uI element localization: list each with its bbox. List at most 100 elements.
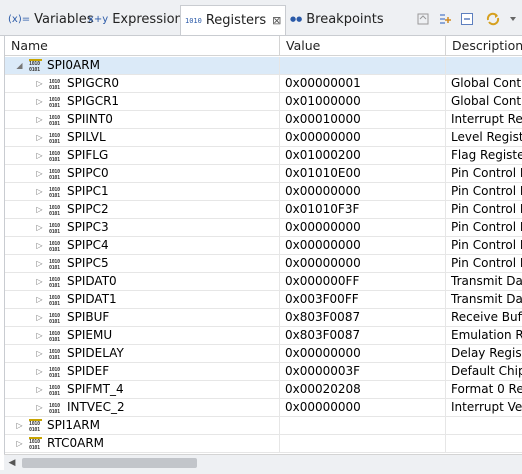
register-row[interactable]: ▷ 1010 0101 SPIGCR0 0x00000001 Global Contr <box>5 75 522 93</box>
register-row[interactable]: ▷ 1010 0101 SPIDEF 0x0000003F Default Chip <box>5 363 522 381</box>
value-cell[interactable]: 0x803F0087 <box>280 327 446 345</box>
table-body: ◢ 1010 0101 SPI0ARM ▷ 1010 0101 SPIGCR0 0x000000… <box>5 57 522 453</box>
register-group-row[interactable]: ▷ 1010 0101 SPI1ARM <box>5 417 522 435</box>
register-row[interactable]: ▷ 1010 0101 SPIPC0 0x01010E00 Pin Control R <box>5 165 522 183</box>
tab-registers[interactable]: 1010 Registers ⊠ <box>180 5 287 35</box>
expand-arrow-icon[interactable]: ▷ <box>35 187 44 196</box>
register-row[interactable]: ▷ 10100101 SPILVL 0x00000000 Level Registe <box>5 129 522 147</box>
expand-arrow-icon[interactable]: ▷ <box>35 295 44 304</box>
expand-arrow-icon[interactable]: ▷ <box>35 169 44 178</box>
register-icon: 1010 0101 <box>49 151 60 163</box>
expand-arrow-icon[interactable]: ▷ <box>35 115 44 124</box>
expand-arrow-icon[interactable]: ▷ <box>35 241 44 250</box>
name-cell: ▷ 1010 0101 SPIFMT_4 <box>5 381 280 399</box>
expand-arrow-icon[interactable]: ▷ <box>35 79 44 88</box>
register-name: SPIDAT1 <box>67 292 117 306</box>
value-cell[interactable]: 0x01000200 <box>280 147 446 165</box>
register-row[interactable]: ▷ 1010 0101 SPIPC5 0x00000000 Pin Control R <box>5 255 522 273</box>
value-cell[interactable]: 0x000000FF <box>280 273 446 291</box>
value-cell[interactable]: 0x00010000 <box>280 111 446 129</box>
column-header-description[interactable]: Description <box>446 36 522 56</box>
tab-breakpoints[interactable]: ●● Breakpoints <box>286 6 388 32</box>
value-cell[interactable]: 0x003F00FF <box>280 291 446 309</box>
value-cell[interactable]: 0x00000000 <box>280 345 446 363</box>
register-row[interactable]: ▷ 1010 0101 SPIGCR1 0x01000000 Global Contr <box>5 93 522 111</box>
sync-icon[interactable] <box>484 10 502 28</box>
collapse-arrow-icon[interactable]: ◢ <box>15 61 24 70</box>
column-header-value[interactable]: Value <box>280 36 446 56</box>
register-name: RTC0ARM <box>47 436 105 450</box>
name-cell: ▷ 1010 0101 SPIGCR0 <box>5 75 280 93</box>
expand-arrow-icon[interactable]: ▷ <box>35 259 44 268</box>
value-cell[interactable] <box>280 435 446 453</box>
collapse-all-icon[interactable] <box>458 10 476 28</box>
value-cell[interactable]: 0x01010F3F <box>280 201 446 219</box>
value-cell[interactable] <box>280 57 446 75</box>
description-cell: Pin Control R <box>451 238 522 252</box>
register-name: SPIEMU <box>67 328 113 342</box>
value-cell[interactable]: 0x0000003F <box>280 363 446 381</box>
horizontal-scrollbar[interactable]: ◀ <box>4 454 522 470</box>
description-cell <box>446 57 522 75</box>
scrollbar-thumb[interactable] <box>22 458 197 468</box>
register-row[interactable]: ▷ 1010 0101 SPIFLG 0x01000200 Flag Registe <box>5 147 522 165</box>
register-row[interactable]: ▷ 1010 0101 INTVEC_2 0x00000000 Interrupt Ve <box>5 399 522 417</box>
refresh-icon[interactable] <box>414 10 432 28</box>
name-cell: ▷ 1010 0101 RTC0ARM <box>5 435 280 453</box>
expand-arrow-icon[interactable]: ▷ <box>35 313 44 322</box>
expand-arrow-icon[interactable]: ▷ <box>35 97 44 106</box>
register-row[interactable]: ▷ 1010 0101 SPIDELAY 0x00000000 Delay Regist <box>5 345 522 363</box>
register-row[interactable]: ▷ 1010 0101 SPIPC3 0x00000000 Pin Control R <box>5 219 522 237</box>
register-row[interactable]: ▷ 1010 0101 SPIPC1 0x00000000 Pin Control R <box>5 183 522 201</box>
value-cell[interactable]: 0x00000000 <box>280 219 446 237</box>
register-row[interactable]: ▷ 1010 0101 SPIDAT0 0x000000FF Transmit Da <box>5 273 522 291</box>
value-cell[interactable]: 0x00000000 <box>280 399 446 417</box>
expand-arrow-icon[interactable]: ▷ <box>35 151 44 160</box>
value-cell[interactable]: 0x00020208 <box>280 381 446 399</box>
expand-arrow-icon[interactable]: ▷ <box>35 367 44 376</box>
value-cell[interactable]: 0x00000000 <box>280 129 446 147</box>
value-cell[interactable] <box>280 417 446 435</box>
register-group-row[interactable]: ◢ 1010 0101 SPI0ARM <box>5 57 522 75</box>
description-cell: Default Chip <box>451 364 522 378</box>
register-row[interactable]: ▷ 1010 0101 SPIFMT_4 0x00020208 Format 0 Re <box>5 381 522 399</box>
value-cell[interactable]: 0x01010E00 <box>280 165 446 183</box>
expand-arrow-icon[interactable]: ▷ <box>35 205 44 214</box>
scroll-left-icon[interactable]: ◀ <box>6 457 18 469</box>
register-icon: 1010 0101 <box>49 367 60 379</box>
register-row[interactable]: ▷ 1010 0101 SPIPC4 0x00000000 Pin Control R <box>5 237 522 255</box>
name-cell: ▷ 1010 0101 SPI1ARM <box>5 417 280 435</box>
view-menu-icon[interactable] <box>504 10 522 28</box>
register-row[interactable]: ▷ 10100101 SPIEMU 0x803F0087 Emulation Re <box>5 327 522 345</box>
register-icon: 1010 0101 <box>49 223 60 235</box>
expand-arrow-icon[interactable]: ▷ <box>15 439 24 448</box>
name-cell: ▷ 1010 0101 SPIPC2 <box>5 201 280 219</box>
value-cell[interactable]: 0x00000000 <box>280 255 446 273</box>
registers-table: Name Value Description ◢ 1010 0101 SPI0ARM ▷… <box>4 36 522 454</box>
expand-arrow-icon[interactable]: ▷ <box>35 223 44 232</box>
register-group-row[interactable]: ▷ 1010 0101 RTC0ARM <box>5 435 522 453</box>
expand-arrow-icon[interactable]: ▷ <box>15 421 24 430</box>
add-register-group-icon[interactable] <box>436 10 454 28</box>
value-cell[interactable]: 0x00000000 <box>280 237 446 255</box>
tab-expressions[interactable]: x+y Expressions <box>84 6 194 32</box>
value-cell[interactable]: 0x803F0087 <box>280 309 446 327</box>
value-cell[interactable]: 0x00000000 <box>280 183 446 201</box>
register-row[interactable]: ▷ 1010 0101 SPIDAT1 0x003F00FF Transmit Da <box>5 291 522 309</box>
column-header-name[interactable]: Name <box>5 36 280 56</box>
register-icon: 1010 0101 <box>49 295 60 307</box>
expand-arrow-icon[interactable]: ▷ <box>35 403 44 412</box>
expand-arrow-icon[interactable]: ▷ <box>35 133 44 142</box>
value-cell[interactable]: 0x00000001 <box>280 75 446 93</box>
expand-arrow-icon[interactable]: ▷ <box>35 385 44 394</box>
close-tab-icon[interactable]: ⊠ <box>272 14 281 27</box>
name-cell: ▷ 1010 0101 SPIPC1 <box>5 183 280 201</box>
register-row[interactable]: ▷ 1010 0101 SPIINT0 0x00010000 Interrupt Re <box>5 111 522 129</box>
register-row[interactable]: ▷ 1010 0101 SPIPC2 0x01010F3F Pin Control R <box>5 201 522 219</box>
expand-arrow-icon[interactable]: ▷ <box>35 349 44 358</box>
tab-breakpoints-label: Breakpoints <box>306 11 384 27</box>
value-cell[interactable]: 0x01000000 <box>280 93 446 111</box>
expand-arrow-icon[interactable]: ▷ <box>35 331 44 340</box>
register-row[interactable]: ▷ 1010 0101 SPIBUF 0x803F0087 Receive Buff <box>5 309 522 327</box>
expand-arrow-icon[interactable]: ▷ <box>35 277 44 286</box>
